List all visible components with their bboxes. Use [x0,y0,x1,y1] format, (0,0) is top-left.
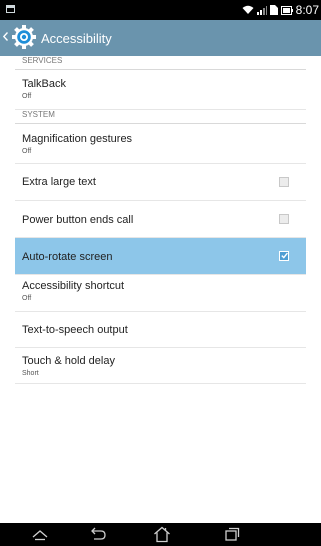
check-icon [281,252,288,259]
list-item-accessibility-shortcut[interactable]: Accessibility shortcut Off [15,275,306,312]
list-item-extra-large-text[interactable]: Extra large text [15,164,306,201]
list-item-talkback[interactable]: TalkBack Off [15,70,306,110]
auto-rotate-screen-checkbox[interactable] [279,251,289,261]
list-item-magnification-gestures[interactable]: Magnification gestures Off [15,124,306,164]
item-title: Power button ends call [22,214,134,226]
home-caret-icon[interactable] [32,526,48,542]
recents-icon[interactable] [224,526,241,542]
action-bar: Accessibility [0,20,321,56]
battery-icon [280,5,293,15]
item-title: Magnification gestures [22,133,133,145]
status-time: 8:07 [295,3,319,17]
item-title: Extra large text [22,176,96,188]
item-title: Auto-rotate screen [22,251,113,263]
item-title: Accessibility shortcut [22,280,125,292]
sim-icon [269,5,278,15]
item-summary: Off [22,295,32,302]
item-title: Touch & hold delay [22,355,115,367]
notification-icon [6,5,15,13]
power-button-ends-call-checkbox[interactable] [279,214,289,224]
item-summary: Off [22,148,32,155]
item-title: TalkBack [22,78,67,90]
list-item-auto-rotate-screen[interactable]: Auto-rotate screen [15,238,306,275]
status-icons: 8:07 [242,2,319,18]
item-title: Text-to-speech output [22,324,128,336]
settings-gear-icon[interactable] [10,23,38,51]
back-icon[interactable] [89,526,107,542]
section-header-services: SERVICES [15,56,306,70]
status-bar: 8:07 [0,0,321,20]
wifi-icon [242,5,254,14]
navigation-bar [0,523,321,546]
page-title: Accessibility [41,31,112,46]
extra-large-text-checkbox[interactable] [279,177,289,187]
signal-icon [256,6,267,15]
home-icon[interactable] [153,526,171,543]
list-item-touch-hold-delay[interactable]: Touch & hold delay Short [15,348,306,384]
settings-list: SERVICES TalkBack Off SYSTEM Magnificati… [0,56,321,384]
list-item-text-to-speech-output[interactable]: Text-to-speech output [15,312,306,348]
chevron-left-icon[interactable] [3,32,8,41]
item-summary: Off [22,93,32,100]
list-item-power-button-ends-call[interactable]: Power button ends call [15,201,306,238]
item-summary: Short [22,370,39,377]
section-header-system: SYSTEM [15,110,306,124]
